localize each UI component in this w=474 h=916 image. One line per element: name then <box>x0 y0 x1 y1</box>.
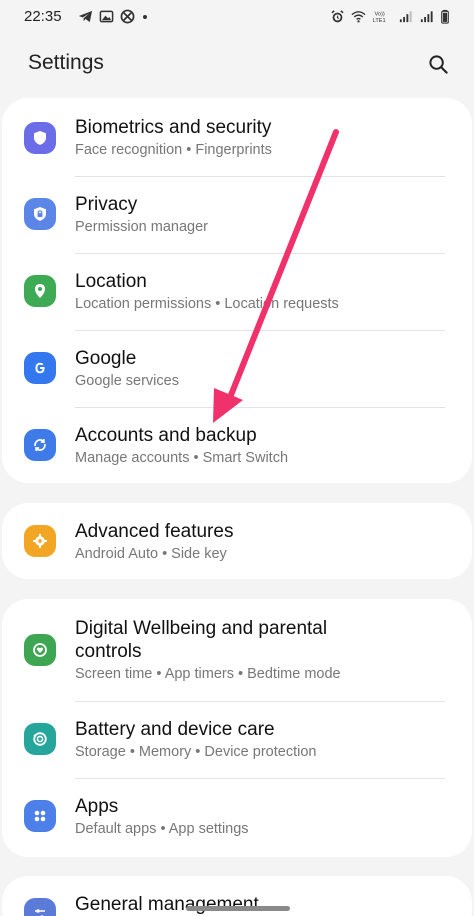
gear-plus-icon <box>24 525 56 557</box>
status-right-icons: Vo)) LTE1 <box>330 9 450 24</box>
item-title: Battery and device care <box>75 719 275 740</box>
sync-icon <box>24 429 56 461</box>
settings-item-location[interactable]: Location Location permissions • Location… <box>2 253 472 330</box>
page-title: Settings <box>28 51 104 74</box>
item-subtitle: Android Auto • Side key <box>75 546 227 562</box>
settings-item-privacy[interactable]: Privacy Permission manager <box>2 176 472 253</box>
settings-item-google[interactable]: Google Google services <box>2 330 472 407</box>
item-title: Location <box>75 271 147 292</box>
item-subtitle: Default apps • App settings <box>75 821 249 837</box>
item-subtitle: Screen time • App timers • Bedtime mode <box>75 666 341 682</box>
image-icon <box>99 9 114 24</box>
item-title-line2: controls <box>75 641 142 662</box>
item-subtitle: Manage accounts • Smart Switch <box>75 450 289 466</box>
sliders-icon <box>24 898 56 916</box>
settings-item-digital-wellbeing[interactable]: Digital Wellbeing and parental controls … <box>2 599 472 701</box>
item-title: Accounts and backup <box>75 425 257 446</box>
header: Settings <box>0 34 474 92</box>
search-icon <box>428 54 449 75</box>
item-title-line1: Digital Wellbeing and parental <box>75 618 328 639</box>
item-title: General management <box>75 894 259 915</box>
apps-grid-icon <box>24 800 56 832</box>
item-title: Biometrics and security <box>75 117 272 138</box>
signal-icon <box>398 9 413 24</box>
settings-item-biometrics[interactable]: Biometrics and security Face recognition… <box>2 98 472 176</box>
alarm-icon <box>330 9 345 24</box>
settings-group-security: Biometrics and security Face recognition… <box>2 98 472 483</box>
xbox-icon <box>120 9 135 24</box>
settings-group-advanced: Advanced features Android Auto • Side ke… <box>2 503 472 579</box>
status-left-icons <box>78 9 147 24</box>
settings-item-advanced-features[interactable]: Advanced features Android Auto • Side ke… <box>2 503 472 579</box>
item-subtitle: Storage • Memory • Device protection <box>75 744 317 760</box>
item-subtitle: Face recognition • Fingerprints <box>75 142 272 158</box>
item-title: Advanced features <box>75 521 234 542</box>
settings-group-device: Digital Wellbeing and parental controls … <box>2 599 472 857</box>
shield-icon <box>24 122 56 154</box>
privacy-icon <box>24 198 56 230</box>
google-icon <box>24 352 56 384</box>
volte-icon: Vo)) LTE1 <box>372 9 392 24</box>
notification-dot <box>143 14 147 19</box>
settings-item-accounts-backup[interactable]: Accounts and backup Manage accounts • Sm… <box>2 407 472 483</box>
status-bar: 22:35 Vo)) LTE1 <box>0 0 474 34</box>
item-subtitle: Location permissions • Location requests <box>75 296 339 312</box>
status-time: 22:35 <box>24 8 62 25</box>
item-title: Google <box>75 348 137 369</box>
settings-item-battery-device-care[interactable]: Battery and device care Storage • Memory… <box>2 701 472 778</box>
settings-item-apps[interactable]: Apps Default apps • App settings <box>2 778 472 857</box>
svg-text:Vo)): Vo)) <box>375 12 385 18</box>
item-title: Apps <box>75 796 119 817</box>
location-pin-icon <box>24 275 56 307</box>
settings-screen: 22:35 Vo)) LTE1 Settings Biometrics and … <box>0 0 474 916</box>
battery-icon <box>440 9 450 24</box>
svg-text:LTE1: LTE1 <box>373 18 386 24</box>
telegram-icon <box>78 9 93 24</box>
item-subtitle: Google services <box>75 373 179 389</box>
search-button[interactable] <box>422 48 454 80</box>
navigation-handle[interactable] <box>186 906 290 911</box>
signal-icon <box>419 9 434 24</box>
wifi-icon <box>351 9 366 24</box>
device-care-icon <box>24 723 56 755</box>
wellbeing-heart-icon <box>24 634 56 666</box>
item-subtitle: Permission manager <box>75 219 208 235</box>
item-title: Privacy <box>75 194 138 215</box>
